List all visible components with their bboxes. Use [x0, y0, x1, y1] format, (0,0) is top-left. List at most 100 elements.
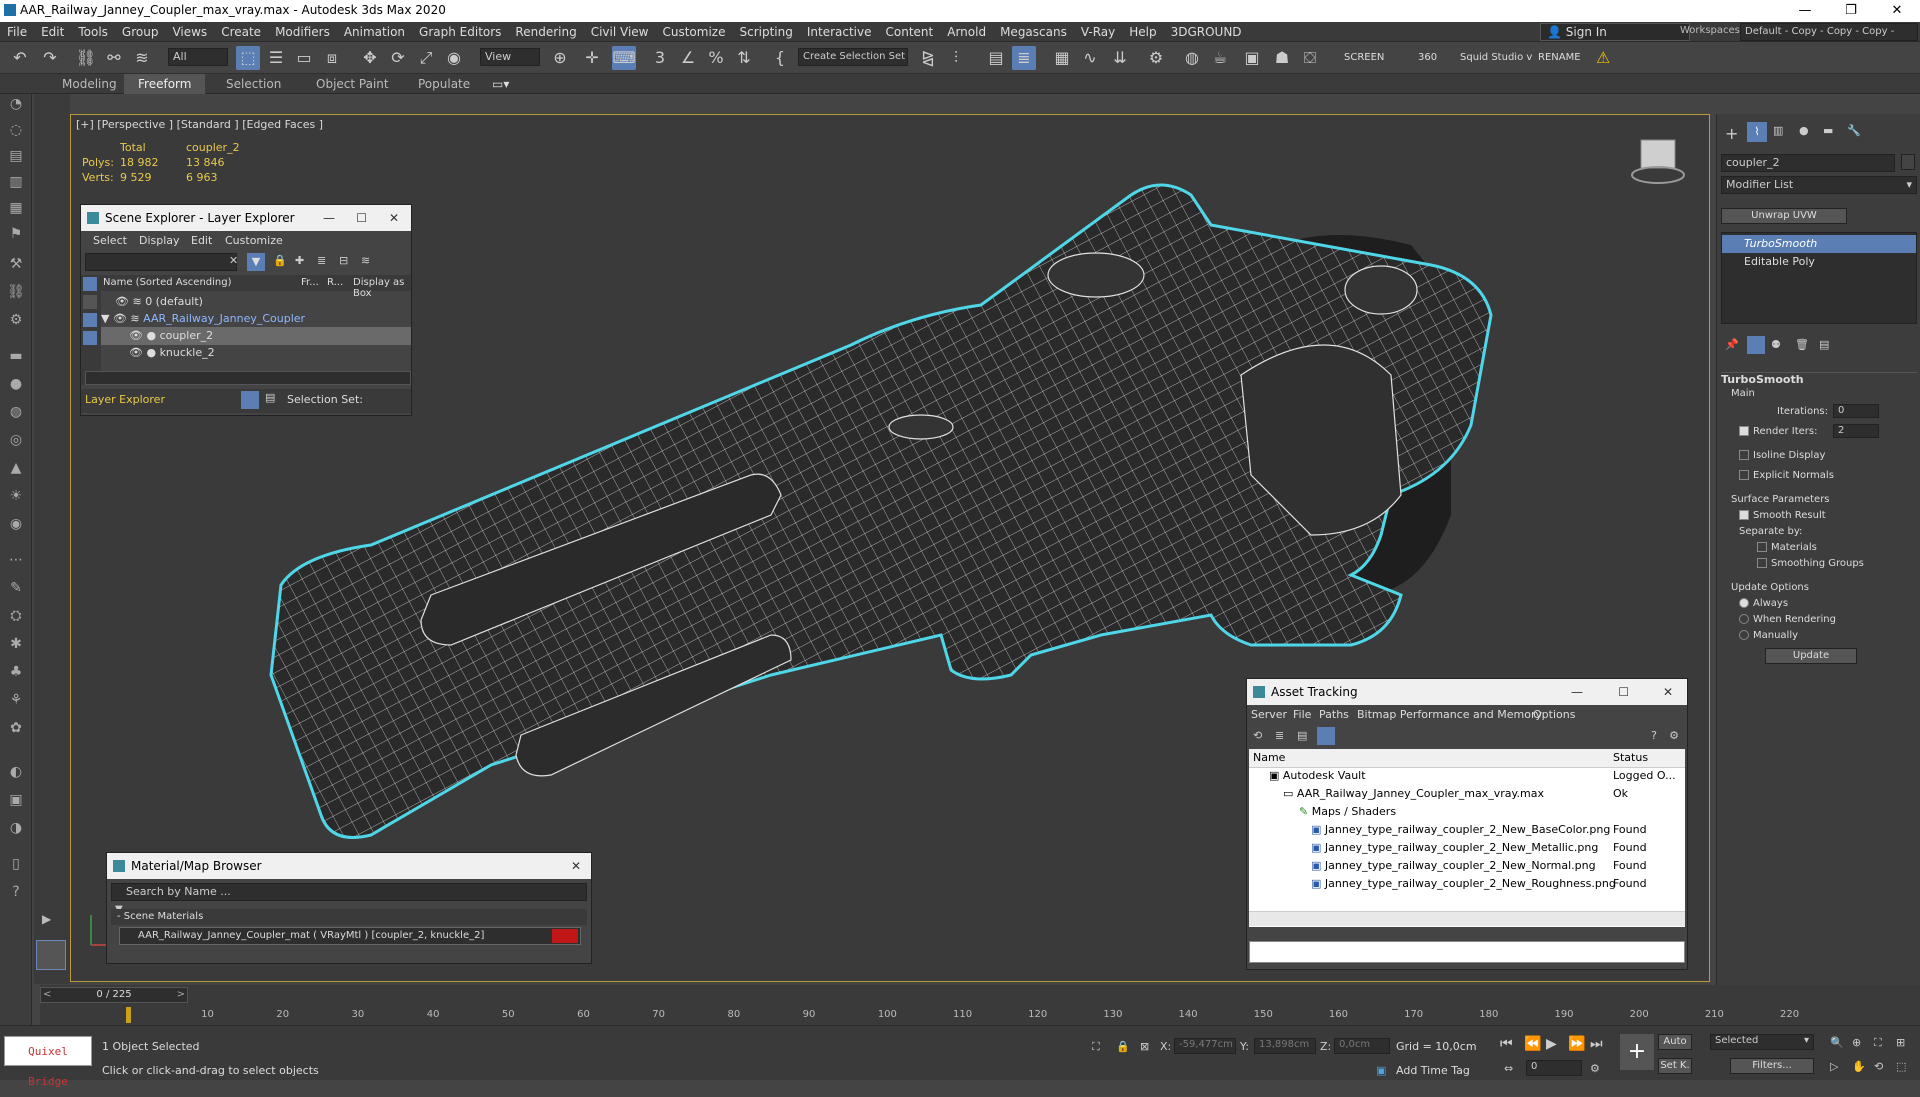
viewport-label[interactable]: [+] [Perspective ] [Standard ] [Edged Fa… [76, 118, 323, 131]
ribbon-options-icon[interactable]: ▭▾ [492, 77, 509, 91]
tool-icon-7[interactable]: ⚒ [6, 254, 26, 274]
at-grid-icon[interactable] [1317, 727, 1335, 745]
at-list-icon[interactable]: ≣ [1275, 729, 1284, 742]
utilities-tab-icon[interactable]: 🔧 [1847, 124, 1861, 137]
always-radio[interactable]: Always [1739, 598, 1788, 609]
tool-icon-6[interactable]: ⚑ [6, 224, 26, 244]
filters-button[interactable]: Filters... [1730, 1058, 1814, 1074]
orbit-icon[interactable]: ⟲ [1874, 1060, 1883, 1073]
menu-3dground[interactable]: 3DGROUND [1164, 22, 1249, 39]
scene-materials-section[interactable]: - Scene Materials [111, 911, 203, 922]
render-iterative-icon[interactable]: ⛋ [1298, 46, 1322, 70]
add-time-tag[interactable]: Add Time Tag [1396, 1064, 1470, 1077]
at-row-normal[interactable]: ▣ Janney_type_railway_coupler_2_New_Norm… [1249, 857, 1685, 875]
at-menu-file[interactable]: File [1293, 708, 1311, 721]
tool-icon-21[interactable]: ⚘ [6, 690, 26, 710]
tool-icon-17[interactable]: ✎ [6, 578, 26, 598]
percent-snap-icon[interactable]: % [704, 46, 728, 70]
render-setup-icon[interactable]: ☕ [1208, 46, 1232, 70]
quixel-bridge-button[interactable]: Quixel Bridge [4, 1036, 92, 1088]
cylinder-icon[interactable]: ◍ [6, 402, 26, 422]
next-frame-icon[interactable]: > [177, 988, 185, 1002]
se-col-render[interactable]: R... [327, 277, 343, 288]
help-icon[interactable]: ? [6, 882, 26, 902]
viewport-layout-thumb[interactable] [36, 940, 66, 970]
materials-checkbox[interactable]: Materials [1757, 542, 1817, 553]
tool-icon-18[interactable]: ⛭ [6, 606, 26, 626]
menu-interactive[interactable]: Interactive [800, 22, 879, 39]
object-color-swatch[interactable] [1901, 154, 1915, 170]
place-icon[interactable]: ◉ [442, 46, 466, 70]
pivot-icon[interactable]: ⊕ [548, 46, 572, 70]
tool-icon-1[interactable]: ◔ [6, 94, 26, 114]
isolate-selection-icon[interactable]: ⛶ [1092, 1040, 1100, 1054]
se-menu-select[interactable]: Select [93, 234, 127, 247]
move-icon[interactable]: ✥ [358, 46, 382, 70]
scene-explorer-titlebar[interactable]: Scene Explorer - Layer Explorer — ☐ ✕ [81, 205, 411, 231]
set-key-button[interactable]: Set K. [1658, 1058, 1692, 1074]
align-icon[interactable]: ⫶ [944, 46, 968, 70]
tool-icon-16[interactable]: ⋯ [6, 550, 26, 570]
create-tab-icon[interactable]: + [1725, 124, 1738, 143]
menu-civil-view[interactable]: Civil View [584, 22, 656, 39]
se-filter-icon[interactable]: ▼ [247, 253, 265, 271]
maximize-viewport-icon[interactable]: ⬚ [1896, 1060, 1906, 1073]
render-iters-spinner[interactable]: 2 [1833, 424, 1879, 438]
menu-graph-editors[interactable]: Graph Editors [412, 22, 508, 39]
menu-edit[interactable]: Edit [34, 22, 71, 39]
at-hscrollbar[interactable] [1249, 911, 1685, 926]
y-coord-field[interactable]: 13,898cm [1254, 1038, 1316, 1054]
tool-icon-4[interactable]: ▥ [6, 172, 26, 192]
at-row-maps[interactable]: ✎ Maps / Shaders [1249, 803, 1685, 821]
sphere-icon[interactable]: ● [6, 374, 26, 394]
unlink-icon[interactable]: ⚯ [102, 46, 126, 70]
screen-label[interactable]: SCREEN [1344, 52, 1384, 63]
tool-icon-8[interactable]: ⛓ [6, 282, 26, 302]
material-browser-titlebar[interactable]: Material/Map Browser ✕ [107, 853, 591, 879]
tool-icon-24[interactable]: ▣ [6, 790, 26, 810]
modify-tab-icon[interactable]: ⌇ [1747, 122, 1767, 142]
object-name-field[interactable]: coupler_2 [1721, 154, 1895, 172]
se-lock-icon[interactable]: 🔒 [273, 254, 287, 267]
expand-arrow-icon[interactable]: ▶ [42, 912, 51, 926]
smoothing-groups-checkbox[interactable]: Smoothing Groups [1757, 558, 1864, 569]
tool-icon-23[interactable]: ◐ [6, 762, 26, 782]
prev-key-icon[interactable]: ⏪ [1524, 1036, 1541, 1052]
tool-icon-25[interactable]: ◑ [6, 818, 26, 838]
snaps-toggle-icon[interactable]: 3 [648, 46, 672, 70]
unwrap-uvw-button[interactable]: Unwrap UVW [1721, 208, 1847, 224]
scene-explorer-maximize-icon[interactable]: ☐ [356, 205, 367, 231]
rendered-frame-icon[interactable]: ▣ [1240, 46, 1264, 70]
time-slider[interactable]: < 0 / 225 > [40, 987, 188, 1003]
time-config-icon[interactable]: ⚙ [1590, 1062, 1600, 1075]
tab-populate[interactable]: Populate [418, 77, 470, 91]
dope-sheet-icon[interactable]: ⇊ [1108, 46, 1132, 70]
z-coord-field[interactable]: 0,0cm [1334, 1038, 1390, 1054]
menu-megascans[interactable]: Megascans [993, 22, 1074, 39]
at-row-basecolor[interactable]: ▣ Janney_type_railway_coupler_2_New_Base… [1249, 821, 1685, 839]
current-frame-field[interactable]: 0 [1526, 1060, 1582, 1076]
menu-tools[interactable]: Tools [71, 22, 115, 39]
squid-studio-label[interactable]: Squid Studio v [1460, 52, 1532, 63]
material-browser-close-icon[interactable]: ✕ [571, 853, 581, 879]
sign-in-button[interactable]: 👤 Sign In [1540, 23, 1690, 41]
tool-icon-2[interactable]: ◌ [6, 120, 26, 140]
tool-icon-20[interactable]: ♣ [6, 662, 26, 682]
se-row-coupler-layer[interactable]: ▼ 👁 ≋ AAR_Railway_Janney_Coupler [101, 310, 411, 328]
se-layers-icon[interactable]: ≣ [317, 254, 326, 267]
at-col-name[interactable]: Name [1253, 749, 1285, 767]
toggle-ribbon-icon[interactable]: ▦ [1050, 46, 1074, 70]
tool-icon-19[interactable]: ✱ [6, 634, 26, 654]
at-help-icon[interactable]: ? [1651, 729, 1657, 742]
se-clear-icon[interactable]: ✕ [229, 254, 238, 267]
se-stack-icon[interactable]: ≋ [361, 254, 370, 267]
tab-selection[interactable]: Selection [226, 77, 281, 91]
sun-icon[interactable]: ☀ [6, 486, 26, 506]
at-refresh-icon[interactable]: ⟲ [1253, 729, 1262, 742]
se-side-icon-1[interactable] [83, 277, 97, 291]
x-coord-field[interactable]: -59,477cm [1174, 1038, 1236, 1054]
rect-region-icon[interactable]: ▭ [292, 46, 316, 70]
at-row-vault[interactable]: ▣ Autodesk Vault Logged O... [1249, 767, 1685, 785]
at-menu-options[interactable]: Options [1533, 708, 1575, 721]
selection-filter-dropdown[interactable]: All [168, 48, 228, 66]
